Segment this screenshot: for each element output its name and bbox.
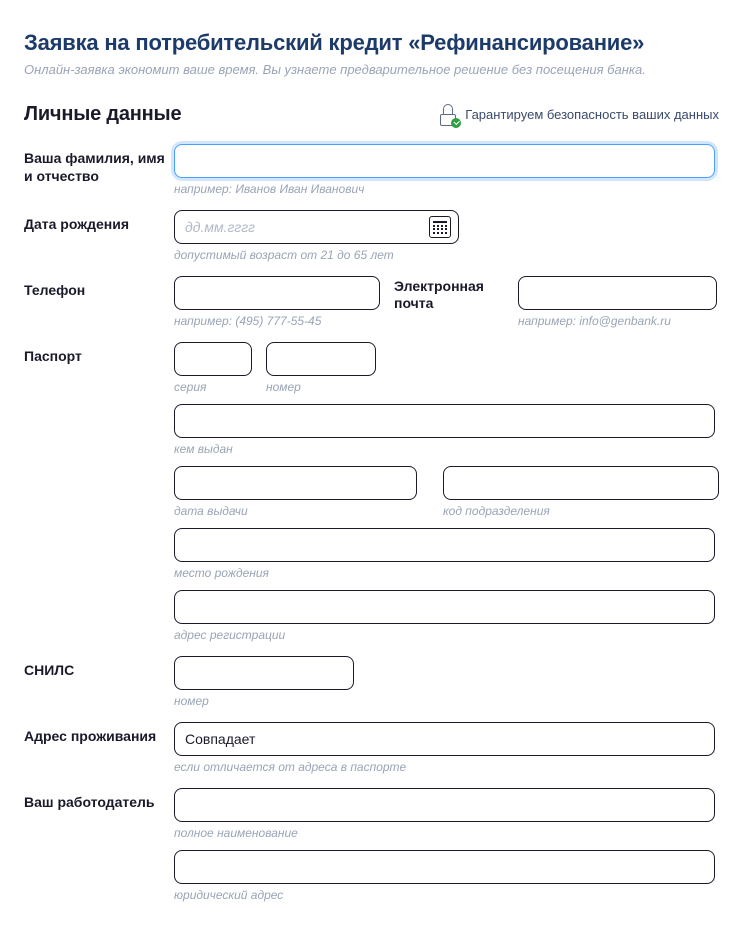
- hint-employer-address: юридический адрес: [174, 888, 719, 902]
- row-fullname: Ваша фамилия, имя и отчество например: И…: [24, 144, 719, 196]
- label-residence: Адрес проживания: [24, 722, 174, 746]
- label-birthdate: Дата рождения: [24, 210, 174, 234]
- page-title: Заявка на потребительский кредит «Рефина…: [24, 30, 719, 56]
- security-note-text: Гарантируем безопасность ваших данных: [465, 107, 719, 122]
- row-snils: СНИЛС номер: [24, 656, 719, 708]
- passport-issue-date-input[interactable]: [174, 466, 417, 500]
- label-email: Электронная почта: [394, 276, 504, 312]
- passport-dept-code-input[interactable]: [443, 466, 719, 500]
- fullname-input[interactable]: [174, 144, 715, 178]
- employer-address-input[interactable]: [174, 850, 715, 884]
- hint-fullname: например: Иванов Иван Иванович: [174, 182, 719, 196]
- passport-reg-address-input[interactable]: [174, 590, 715, 624]
- row-phone-email: Телефон например: (495) 777-55-45 Электр…: [24, 276, 719, 328]
- security-note: Гарантируем безопасность ваших данных: [439, 104, 719, 126]
- residence-input[interactable]: [174, 722, 715, 756]
- hint-passport-dept-code: код подразделения: [443, 504, 719, 518]
- passport-issued-by-input[interactable]: [174, 404, 715, 438]
- calendar-icon[interactable]: [429, 216, 451, 238]
- employer-name-input[interactable]: [174, 788, 715, 822]
- email-input[interactable]: [518, 276, 717, 310]
- hint-email: например: info@genbank.ru: [518, 314, 717, 328]
- passport-birthplace-input[interactable]: [174, 528, 715, 562]
- row-birthdate: Дата рождения допустимый возраст от 21 д…: [24, 210, 719, 262]
- hint-snils: номер: [174, 694, 719, 708]
- page-subtitle: Онлайн-заявка экономит ваше время. Вы уз…: [24, 62, 719, 77]
- hint-phone: например: (495) 777-55-45: [174, 314, 380, 328]
- section-title: Личные данные: [24, 103, 181, 126]
- label-phone: Телефон: [24, 276, 174, 300]
- row-residence: Адрес проживания если отличается от адре…: [24, 722, 719, 774]
- label-fullname: Ваша фамилия, имя и отчество: [24, 144, 174, 185]
- hint-passport-series: серия: [174, 380, 252, 394]
- row-passport: Паспорт серия номер кем выдан дата выдач…: [24, 342, 719, 642]
- hint-passport-number: номер: [266, 380, 376, 394]
- phone-input[interactable]: [174, 276, 380, 310]
- label-snils: СНИЛС: [24, 656, 174, 680]
- hint-passport-issued-by: кем выдан: [174, 442, 719, 456]
- hint-passport-reg-address: адрес регистрации: [174, 628, 719, 642]
- hint-passport-birthplace: место рождения: [174, 566, 719, 580]
- lock-icon: [439, 104, 457, 126]
- section-header: Личные данные Гарантируем безопасность в…: [24, 103, 719, 126]
- birthdate-input[interactable]: [174, 210, 459, 244]
- passport-series-input[interactable]: [174, 342, 252, 376]
- hint-passport-issue-date: дата выдачи: [174, 504, 417, 518]
- snils-input[interactable]: [174, 656, 354, 690]
- hint-employer-name: полное наименование: [174, 826, 719, 840]
- label-employer: Ваш работодатель: [24, 788, 174, 812]
- label-passport: Паспорт: [24, 342, 174, 366]
- passport-number-input[interactable]: [266, 342, 376, 376]
- hint-birthdate: допустимый возраст от 21 до 65 лет: [174, 248, 719, 262]
- hint-residence: если отличается от адреса в паспорте: [174, 760, 719, 774]
- row-employer: Ваш работодатель полное наименование юри…: [24, 788, 719, 902]
